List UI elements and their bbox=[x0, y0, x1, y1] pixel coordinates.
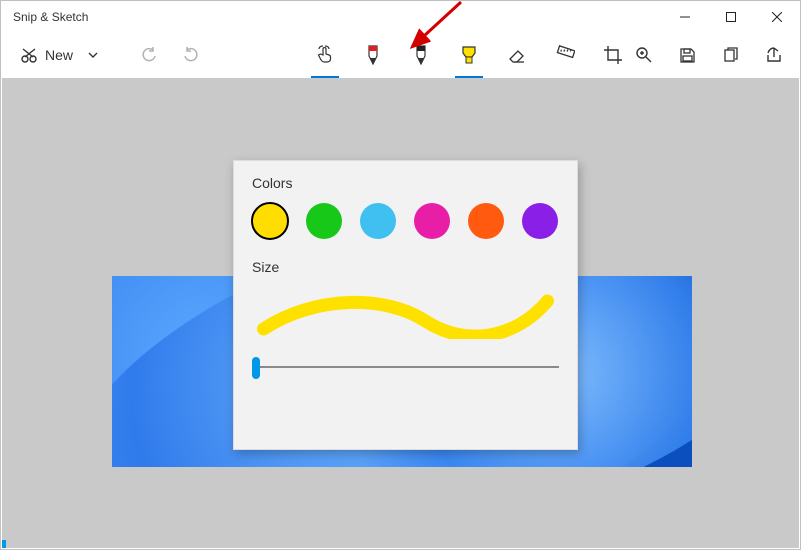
tool-cluster bbox=[313, 40, 625, 70]
copy-icon bbox=[722, 47, 739, 64]
redo-button[interactable] bbox=[173, 37, 207, 73]
close-icon bbox=[772, 12, 782, 22]
ballpoint-pen-tool[interactable] bbox=[361, 40, 385, 70]
ruler-icon bbox=[555, 45, 575, 65]
crop-tool[interactable] bbox=[601, 40, 625, 70]
maximize-icon bbox=[726, 12, 736, 22]
color-swatch-green[interactable] bbox=[306, 203, 342, 239]
size-slider[interactable] bbox=[252, 352, 559, 382]
titlebar: Snip & Sketch bbox=[1, 1, 800, 33]
save-button[interactable] bbox=[675, 37, 700, 73]
touch-writing-tool[interactable] bbox=[313, 40, 337, 70]
pen-black-icon bbox=[413, 44, 429, 66]
minimize-button[interactable] bbox=[662, 1, 708, 33]
color-swatch-purple[interactable] bbox=[522, 203, 558, 239]
copy-button[interactable] bbox=[718, 37, 743, 73]
color-swatch-magenta[interactable] bbox=[414, 203, 450, 239]
slider-track bbox=[252, 366, 559, 368]
save-icon bbox=[679, 47, 696, 64]
left-edge-accent bbox=[2, 540, 6, 548]
stroke-preview bbox=[252, 287, 559, 339]
pen-options-popup: Colors Size bbox=[233, 160, 578, 450]
new-dropdown-button[interactable] bbox=[83, 37, 103, 73]
share-icon bbox=[765, 46, 783, 64]
pencil-tool[interactable] bbox=[409, 40, 433, 70]
pen-red-icon bbox=[365, 44, 381, 66]
share-button[interactable] bbox=[761, 37, 787, 73]
zoom-button[interactable] bbox=[631, 37, 657, 73]
close-button[interactable] bbox=[754, 1, 800, 33]
size-heading: Size bbox=[252, 259, 559, 275]
chevron-down-icon bbox=[87, 49, 99, 61]
snip-icon bbox=[19, 45, 39, 65]
undo-button[interactable] bbox=[133, 37, 167, 73]
window-controls bbox=[662, 1, 800, 33]
minimize-icon bbox=[680, 12, 690, 22]
eraser-tool[interactable] bbox=[505, 40, 529, 70]
zoom-icon bbox=[635, 46, 653, 64]
window-title: Snip & Sketch bbox=[13, 10, 88, 24]
highlighter-icon bbox=[460, 44, 478, 66]
highlighter-tool[interactable] bbox=[457, 40, 481, 70]
right-cluster bbox=[631, 37, 801, 73]
slider-thumb[interactable] bbox=[252, 357, 260, 379]
color-swatch-yellow[interactable] bbox=[252, 203, 288, 239]
eraser-icon bbox=[507, 45, 527, 65]
touch-icon bbox=[315, 45, 335, 65]
color-swatch-orange[interactable] bbox=[468, 203, 504, 239]
new-label: New bbox=[45, 47, 73, 63]
ruler-tool[interactable] bbox=[553, 40, 577, 70]
new-button[interactable]: New bbox=[11, 37, 81, 73]
toolbar: New bbox=[1, 33, 800, 77]
undo-icon bbox=[141, 46, 159, 64]
app-window: Snip & Sketch New bbox=[0, 0, 801, 550]
redo-icon bbox=[181, 46, 199, 64]
crop-icon bbox=[603, 45, 623, 65]
colors-heading: Colors bbox=[252, 175, 559, 191]
canvas-area[interactable]: Colors Size bbox=[2, 78, 799, 548]
color-swatch-lightblue[interactable] bbox=[360, 203, 396, 239]
color-swatches bbox=[252, 203, 559, 239]
maximize-button[interactable] bbox=[708, 1, 754, 33]
